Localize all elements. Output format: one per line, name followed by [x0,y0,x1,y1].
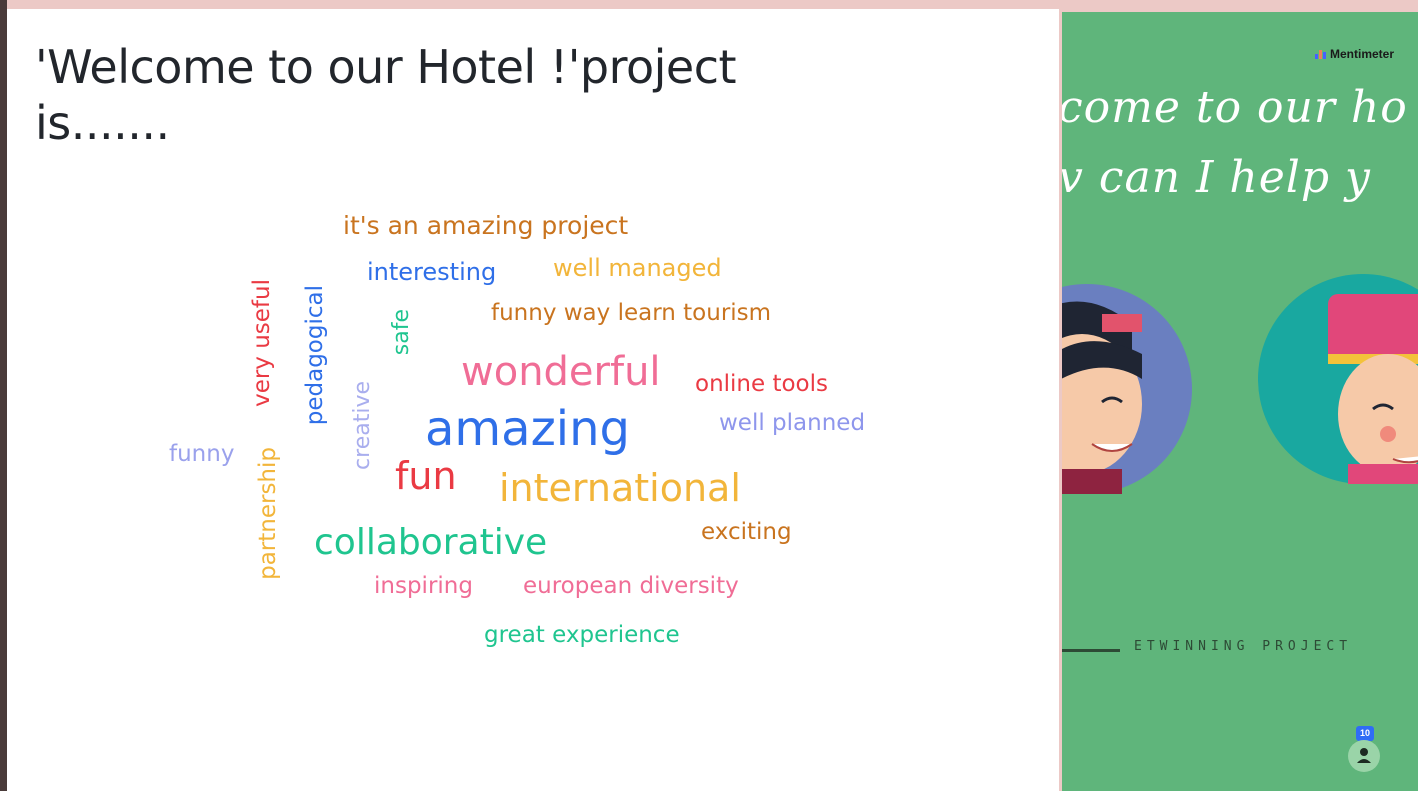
participant-indicator[interactable]: 10 [1342,726,1382,786]
cover-script-line-2: v can I help y [1062,152,1371,203]
word-cloud-item: amazing [425,401,631,457]
mentimeter-logo-icon [1314,49,1326,59]
word-cloud-item: fun [395,454,457,498]
cover-image-panel: Mentimeter come to our ho v can I help y… [1062,12,1418,791]
window-edge [0,0,7,791]
word-cloud-item: great experience [484,622,680,648]
cover-caption: ETWINNING PROJECT [1134,639,1353,654]
word-cloud-item: exciting [701,519,792,545]
cover-script-line-1: come to our ho [1062,82,1408,133]
word-cloud-item: well managed [553,254,722,282]
receptionist-face-icon [1062,301,1142,499]
word-cloud-item: inspiring [374,573,473,599]
word-cloud-item: pedagogical [302,285,328,426]
receptionist-illustration [1062,284,1192,499]
bellboy-illustration [1258,274,1418,494]
caption-divider [1062,649,1120,652]
word-cloud-item: funny [169,441,235,467]
bellboy-face-icon [1328,294,1418,494]
word-cloud-item: interesting [367,258,497,286]
word-cloud-item: european diversity [523,573,739,599]
participant-count-badge: 10 [1356,726,1374,741]
word-cloud-item: wonderful [461,349,661,395]
presentation-slide: 'Welcome to our Hotel !'project is......… [7,9,1059,791]
word-cloud-item: funny way learn tourism [491,300,772,326]
participant-avatar [1348,740,1380,772]
word-cloud-item: safe [389,309,414,356]
word-cloud-item: international [499,466,741,510]
mentimeter-logo: Mentimeter [1314,47,1394,61]
word-cloud: it's an amazing project interesting well… [7,9,1059,791]
word-cloud-item: it's an amazing project [343,211,629,240]
word-cloud-item: online tools [695,371,829,397]
word-cloud-item: partnership [255,447,281,580]
word-cloud-item: well planned [719,410,866,436]
word-cloud-item: very useful [249,279,275,407]
mentimeter-brand-text: Mentimeter [1329,47,1394,61]
word-cloud-item: creative [350,381,375,470]
word-cloud-item: collaborative [314,522,548,563]
person-icon [1357,748,1371,763]
